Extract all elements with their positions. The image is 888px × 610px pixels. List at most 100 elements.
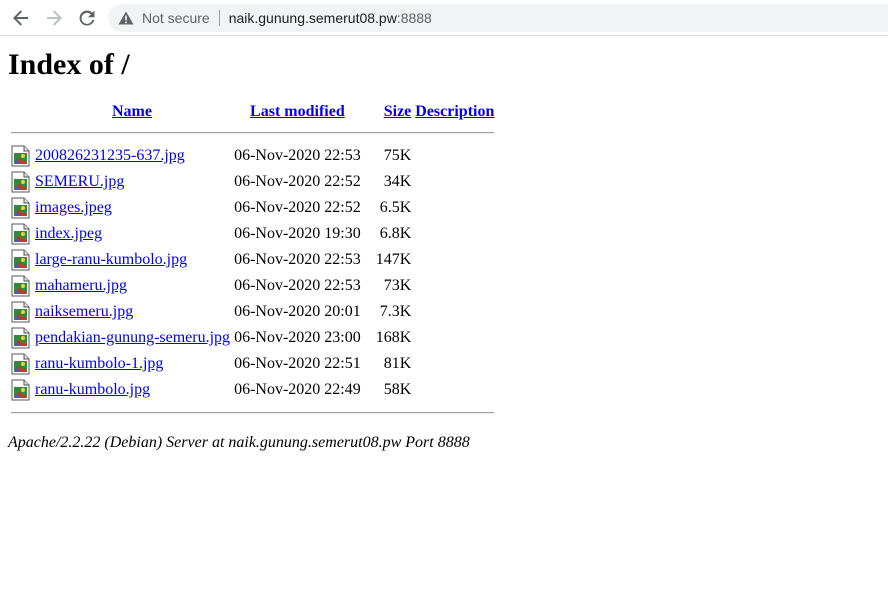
browser-toolbar: Not secure naik.gunung.semerut08.pw:8888 [0, 0, 888, 36]
size-cell: 34K [383, 173, 412, 190]
security-label: Not secure [142, 10, 210, 26]
forward-arrow-icon [47, 10, 62, 26]
file-icon-cell [10, 378, 32, 402]
size-cell: 73K [383, 277, 412, 294]
file-link[interactable]: large-ranu-kumbolo.jpg [35, 251, 187, 268]
separator-line [11, 412, 495, 414]
last-modified-cell: 06-Nov-2020 22:51 [234, 355, 361, 372]
table-row: index.jpeg 06-Nov-2020 19:30 6.8K [10, 222, 495, 246]
file-icon-cell [10, 352, 32, 376]
image-file-icon [11, 197, 30, 219]
reload-button[interactable] [75, 6, 99, 30]
sort-by-last-modified-link[interactable]: Last modified [250, 103, 345, 120]
server-signature: Apache/2.2.22 (Debian) Server at naik.gu… [8, 434, 470, 451]
warning-triangle-icon [118, 11, 134, 25]
file-name-cell: large-ranu-kumbolo.jpg [34, 248, 231, 272]
url-host: naik.gunung.semerut08.pw [228, 10, 397, 26]
file-name-cell: naiksemeru.jpg [34, 300, 231, 324]
file-link[interactable]: mahameru.jpg [35, 277, 127, 294]
omnibox-divider [218, 10, 220, 26]
size-cell: 168K [375, 329, 412, 346]
name-column-header: Name [34, 102, 231, 122]
table-row: images.jpeg 06-Nov-2020 22:52 6.5K [10, 196, 495, 220]
icon-header [10, 102, 32, 122]
sort-by-name-link[interactable]: Name [112, 103, 152, 120]
file-name-cell: SEMERU.jpg [34, 170, 231, 194]
size-cell: 81K [383, 355, 412, 372]
file-link[interactable]: SEMERU.jpg [35, 173, 124, 190]
description-cell [414, 144, 495, 168]
size-cell: 6.8K [379, 225, 412, 242]
file-link[interactable]: pendakian-gunung-semeru.jpg [35, 329, 230, 346]
file-icon-cell [10, 196, 32, 220]
reload-icon [79, 10, 95, 26]
image-file-icon [11, 327, 30, 349]
file-link[interactable]: ranu-kumbolo.jpg [35, 381, 150, 398]
directory-listing: Name Last modified Size Description 2008… [8, 100, 497, 424]
last-modified-cell: 06-Nov-2020 22:52 [234, 199, 361, 216]
table-row: pendakian-gunung-semeru.jpg 06-Nov-2020 … [10, 326, 495, 350]
file-icon-cell [10, 248, 32, 272]
table-row: mahameru.jpg 06-Nov-2020 22:53 73K [10, 274, 495, 298]
file-icon-cell [10, 170, 32, 194]
description-cell [414, 352, 495, 376]
separator-row [10, 124, 495, 142]
back-button[interactable] [9, 6, 33, 30]
page-title: Index of / [8, 48, 130, 81]
table-row: 200826231235-637.jpg 06-Nov-2020 22:53 7… [10, 144, 495, 168]
file-name-cell: ranu-kumbolo.jpg [34, 378, 231, 402]
last-modified-cell: 06-Nov-2020 22:53 [234, 277, 361, 294]
file-link[interactable]: naiksemeru.jpg [35, 303, 133, 320]
back-arrow-icon [13, 10, 28, 26]
file-link[interactable]: ranu-kumbolo-1.jpg [35, 355, 163, 372]
description-cell [414, 326, 495, 350]
file-name-cell: mahameru.jpg [34, 274, 231, 298]
description-cell [414, 196, 495, 220]
file-icon-cell [10, 144, 32, 168]
description-cell [414, 248, 495, 272]
last-modified-cell: 06-Nov-2020 22:52 [234, 173, 361, 190]
last-modified-cell: 06-Nov-2020 20:01 [234, 303, 361, 320]
table-row: ranu-kumbolo.jpg 06-Nov-2020 22:49 58K [10, 378, 495, 402]
table-row: ranu-kumbolo-1.jpg 06-Nov-2020 22:51 81K [10, 352, 495, 376]
size-cell: 58K [383, 381, 412, 398]
file-name-cell: pendakian-gunung-semeru.jpg [34, 326, 231, 350]
security-indicator[interactable]: Not secure [118, 10, 210, 26]
last-modified-cell: 06-Nov-2020 22:49 [234, 381, 361, 398]
file-name-cell: images.jpeg [34, 196, 231, 220]
file-name-cell: ranu-kumbolo-1.jpg [34, 352, 231, 376]
sort-by-size-link[interactable]: Size [384, 103, 412, 120]
image-file-icon [11, 171, 30, 193]
image-file-icon [11, 301, 30, 323]
file-icon-cell [10, 326, 32, 350]
header-row: Name Last modified Size Description [10, 102, 495, 122]
table-row: naiksemeru.jpg 06-Nov-2020 20:01 7.3K [10, 300, 495, 324]
separator-line [11, 132, 495, 134]
table-row: SEMERU.jpg 06-Nov-2020 22:52 34K [10, 170, 495, 194]
size-cell: 147K [375, 251, 412, 268]
file-link[interactable]: 200826231235-637.jpg [35, 147, 185, 164]
description-cell [414, 274, 495, 298]
last-modified-cell: 06-Nov-2020 19:30 [234, 225, 361, 242]
file-name-cell: 200826231235-637.jpg [34, 144, 231, 168]
file-link[interactable]: images.jpeg [35, 199, 112, 216]
sort-by-description-link[interactable]: Description [415, 103, 494, 120]
file-rows: 200826231235-637.jpg 06-Nov-2020 22:53 7… [10, 144, 495, 402]
file-icon-cell [10, 300, 32, 324]
image-file-icon [11, 223, 30, 245]
table-row: large-ranu-kumbolo.jpg 06-Nov-2020 22:53… [10, 248, 495, 272]
separator-row [10, 404, 495, 422]
file-icon-cell [10, 222, 32, 246]
size-column-header: Size [364, 102, 413, 122]
forward-button[interactable] [42, 6, 66, 30]
file-icon-cell [10, 274, 32, 298]
last-modified-cell: 06-Nov-2020 22:53 [234, 147, 361, 164]
image-file-icon [11, 145, 30, 167]
description-column-header: Description [414, 102, 495, 122]
description-cell [414, 378, 495, 402]
description-cell [414, 300, 495, 324]
url-port: :8888 [396, 10, 432, 26]
size-cell: 6.5K [379, 199, 412, 216]
file-link[interactable]: index.jpeg [35, 225, 102, 242]
address-bar[interactable]: Not secure naik.gunung.semerut08.pw:8888 [108, 4, 888, 32]
